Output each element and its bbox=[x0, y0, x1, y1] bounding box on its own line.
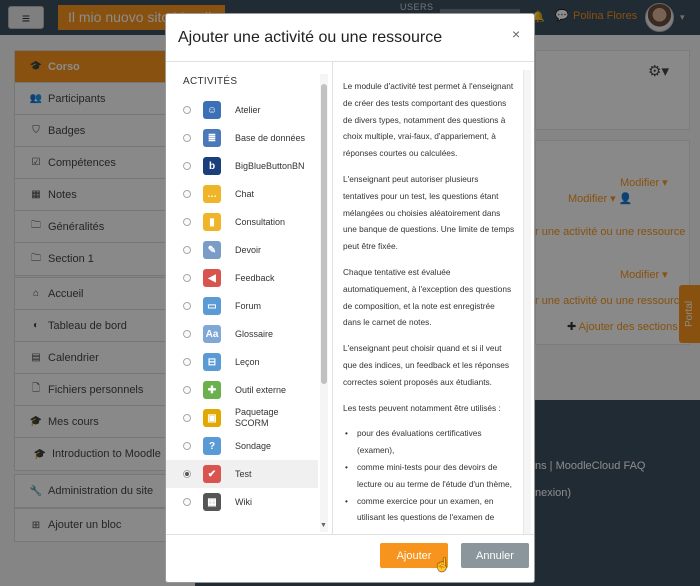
assignment-icon: ✎ bbox=[203, 241, 221, 259]
page-frame: ≡ Il mio nuovo sito Moodle USERS 🔔 💬 Pol… bbox=[0, 0, 700, 586]
description-text: Le module d'activité test permet à l'ens… bbox=[343, 78, 515, 526]
list-item: pour des évaluations certificatives (exa… bbox=[345, 425, 515, 459]
radio-button[interactable] bbox=[183, 302, 191, 310]
scrollbar-thumb[interactable] bbox=[321, 84, 327, 384]
radio-button[interactable] bbox=[183, 162, 191, 170]
activity-option-sondage[interactable]: ? Sondage bbox=[166, 432, 318, 460]
activity-label: Devoir bbox=[235, 244, 262, 255]
radio-button[interactable] bbox=[183, 218, 191, 226]
activity-label: Feedback bbox=[235, 272, 275, 283]
activity-option-atelier[interactable]: ☺ Atelier bbox=[166, 96, 318, 124]
scroll-down-arrow-icon[interactable]: ▼ bbox=[320, 522, 327, 529]
cancel-button[interactable]: Annuler bbox=[461, 543, 529, 568]
scorm-icon: ▣ bbox=[203, 409, 221, 427]
activity-option-consultation[interactable]: ▮ Consultation bbox=[166, 208, 318, 236]
activity-option-glossaire[interactable]: Aa Glossaire bbox=[166, 320, 318, 348]
radio-button[interactable] bbox=[183, 442, 191, 450]
radio-button[interactable] bbox=[183, 106, 191, 114]
radio-button[interactable] bbox=[183, 274, 191, 282]
activity-option-le-on[interactable]: ⊟ Leçon bbox=[166, 348, 318, 376]
activity-label: Paquetage SCORM bbox=[235, 407, 279, 428]
activity-option-paquetage-scorm[interactable]: ▣ Paquetage SCORM bbox=[166, 404, 318, 432]
radio-button[interactable] bbox=[183, 498, 191, 506]
description-scrollbar[interactable] bbox=[523, 70, 531, 534]
quiz-icon: ✔ bbox=[203, 465, 221, 483]
activity-label: Forum bbox=[235, 300, 262, 311]
list-item: comme mini-tests pour des devoirs de lec… bbox=[345, 459, 515, 493]
forum-icon: ▭ bbox=[203, 297, 221, 315]
close-icon[interactable]: × bbox=[512, 26, 520, 42]
chat-icon: … bbox=[203, 185, 221, 203]
bigbluebutton-icon: b bbox=[203, 157, 221, 175]
activity-description: Le module d'activité test permet à l'ens… bbox=[332, 62, 528, 534]
description-list: pour des évaluations certificatives (exa… bbox=[345, 425, 515, 527]
activity-label: Chat bbox=[235, 188, 255, 199]
radio-button[interactable] bbox=[183, 330, 191, 338]
description-paragraph: Les tests peuvent notamment être utilisé… bbox=[343, 402, 501, 413]
wiki-icon: ▦ bbox=[203, 493, 221, 511]
choice-icon: ▮ bbox=[203, 213, 221, 231]
activity-list: ACTIVITÉS ☺ Atelier ≣ Base de données b BigBl… bbox=[166, 62, 328, 534]
activity-option-base-de-donn-es[interactable]: ≣ Base de données bbox=[166, 124, 318, 152]
activities-heading: ACTIVITÉS bbox=[183, 76, 238, 87]
dialog-title: Ajouter une activité ou une ressource bbox=[178, 29, 443, 46]
activity-label: Atelier bbox=[235, 104, 261, 115]
activity-label: BigBlueButtonBN bbox=[235, 160, 305, 171]
activity-label: Test bbox=[235, 468, 252, 479]
activity-option-outil-externe[interactable]: ✚ Outil externe bbox=[166, 376, 318, 404]
lesson-icon: ⊟ bbox=[203, 353, 221, 371]
activity-option-chat[interactable]: … Chat bbox=[166, 180, 318, 208]
survey-icon: ? bbox=[203, 437, 221, 455]
radio-button[interactable] bbox=[183, 470, 191, 478]
feedback-icon: ◀ bbox=[203, 269, 221, 287]
activity-label: Sondage bbox=[235, 440, 272, 451]
radio-button[interactable] bbox=[183, 246, 191, 254]
activity-option-forum[interactable]: ▭ Forum bbox=[166, 292, 318, 320]
radio-button[interactable] bbox=[183, 414, 191, 422]
activity-option-bigbluebuttonbn[interactable]: b BigBlueButtonBN bbox=[166, 152, 318, 180]
workshop-icon: ☺ bbox=[203, 101, 221, 119]
radio-button[interactable] bbox=[183, 190, 191, 198]
activity-option-feedback[interactable]: ◀ Feedback bbox=[166, 264, 318, 292]
radio-button[interactable] bbox=[183, 386, 191, 394]
description-paragraph: Le module d'activité test permet à l'ens… bbox=[343, 81, 514, 159]
database-icon: ≣ bbox=[203, 129, 221, 147]
glossary-icon: Aa bbox=[203, 325, 221, 343]
list-item: comme exercice pour un examen, en utilis… bbox=[345, 493, 515, 527]
activity-option-devoir[interactable]: ✎ Devoir bbox=[166, 236, 318, 264]
activity-chooser-dialog: Ajouter une activité ou une ressource × … bbox=[165, 13, 535, 583]
description-paragraph: Chaque tentative est évaluée automatique… bbox=[343, 266, 512, 328]
description-paragraph: L'enseignant peut choisir quand et si il… bbox=[343, 343, 510, 387]
activity-option-wiki[interactable]: ▦ Wiki bbox=[166, 488, 318, 516]
activity-label: Base de données bbox=[235, 132, 306, 143]
activity-label: Wiki bbox=[235, 496, 252, 507]
mouse-pointer-icon: ☝ bbox=[434, 557, 451, 572]
activity-label: Consultation bbox=[235, 216, 286, 227]
activity-option-test[interactable]: ✔ Test bbox=[166, 460, 318, 488]
description-paragraph: L'enseignant peut autoriser plusieurs te… bbox=[343, 173, 515, 252]
dialog-header: Ajouter une activité ou une ressource × bbox=[166, 14, 534, 62]
activity-label: Leçon bbox=[235, 356, 260, 367]
activity-label: Outil externe bbox=[235, 384, 287, 395]
activity-label: Glossaire bbox=[235, 328, 274, 339]
dialog-footer: Ajouter Annuler ☝ bbox=[166, 534, 534, 582]
radio-button[interactable] bbox=[183, 134, 191, 142]
radio-button[interactable] bbox=[183, 358, 191, 366]
lti-icon: ✚ bbox=[203, 381, 221, 399]
